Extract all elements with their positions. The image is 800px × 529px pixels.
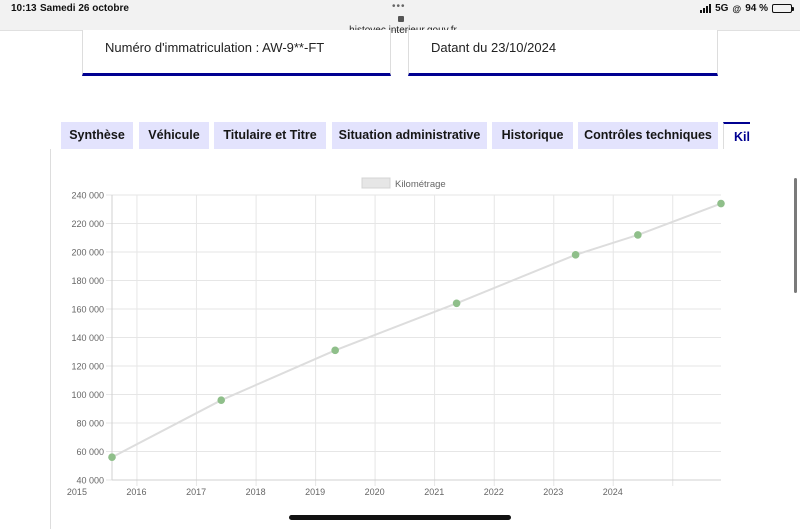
x-tick-label: 2021 xyxy=(424,487,444,497)
y-tick-label: 200 000 xyxy=(71,248,104,258)
battery-icon xyxy=(772,4,794,13)
battery-percent: 94 % xyxy=(745,3,768,14)
y-tick-label: 140 000 xyxy=(71,333,104,343)
tab-synthese[interactable]: Synthèse xyxy=(61,122,133,150)
tab-controles-techniques[interactable]: Contrôles techniques xyxy=(578,122,718,150)
mileage-panel: Kilométrage 40 000 60 000 80 000 100 000 120… xyxy=(50,149,771,529)
location-icon: @ xyxy=(732,3,742,14)
legend-swatch xyxy=(361,177,391,189)
x-tick-label: 2017 xyxy=(186,487,206,497)
y-tick-label: 240 000 xyxy=(71,191,104,201)
chart-legend: Kilométrage xyxy=(361,177,446,190)
tab-kilometrage[interactable]: Kilo xyxy=(723,122,750,150)
scrollbar[interactable] xyxy=(794,178,797,293)
status-time: 10:13 xyxy=(11,3,37,14)
network-label: 5G xyxy=(715,3,729,14)
tab-situation-administrative[interactable]: Situation administrative xyxy=(332,122,487,150)
y-tick-label: 220 000 xyxy=(71,219,104,229)
date-card: Datant du 23/10/2024 xyxy=(408,30,718,76)
x-tick-label: 2015 xyxy=(67,487,87,497)
x-tick-label: 2019 xyxy=(305,487,325,497)
mileage-point[interactable] xyxy=(452,299,461,308)
y-tick-label: 160 000 xyxy=(71,305,104,315)
status-bar: 10:13 Samedi 26 octobre ••• histovec.int… xyxy=(0,0,800,36)
mileage-point[interactable] xyxy=(331,346,339,355)
mileage-point[interactable] xyxy=(108,453,116,462)
y-tick-label: 60 000 xyxy=(76,447,104,457)
status-indicators: 5G @ 94 % xyxy=(700,3,794,14)
tab-bar: Synthèse Véhicule Titulaire et Titre Sit… xyxy=(61,122,750,150)
mileage-point[interactable] xyxy=(571,251,580,259)
legend-label: Kilométrage xyxy=(395,179,446,190)
mileage-point[interactable] xyxy=(634,231,642,239)
multitask-dots-icon[interactable]: ••• xyxy=(392,1,406,12)
tab-titulaire[interactable]: Titulaire et Titre xyxy=(214,122,326,150)
y-tick-label: 100 000 xyxy=(71,390,104,400)
x-tick-label: 2016 xyxy=(126,487,146,497)
chart-series xyxy=(108,199,725,462)
y-tick-label: 80 000 xyxy=(76,419,104,429)
x-tick-label: 2018 xyxy=(246,487,266,497)
registration-number: Numéro d'immatriculation : AW-9**-FT xyxy=(105,40,325,55)
y-tick-label: 180 000 xyxy=(71,276,104,286)
lock-icon xyxy=(398,16,404,22)
mileage-line xyxy=(111,202,722,459)
tab-historique[interactable]: Historique xyxy=(492,122,573,150)
x-tick-label: 2022 xyxy=(484,487,504,497)
x-tick-label: 2023 xyxy=(543,487,563,497)
mileage-point[interactable] xyxy=(717,199,725,208)
report-date: Datant du 23/10/2024 xyxy=(431,40,557,55)
tab-vehicule[interactable]: Véhicule xyxy=(139,122,209,150)
mileage-point[interactable] xyxy=(217,396,226,404)
mileage-chart: Kilométrage 40 000 60 000 80 000 100 000 120… xyxy=(67,177,725,497)
x-tick-label: 2024 xyxy=(603,487,623,497)
registration-card: Numéro d'immatriculation : AW-9**-FT xyxy=(82,30,391,76)
signal-icon xyxy=(700,4,712,13)
status-date: Samedi 26 octobre xyxy=(40,3,129,14)
x-tick-label: 2020 xyxy=(365,487,385,497)
y-tick-label: 120 000 xyxy=(71,362,104,372)
y-tick-label: 40 000 xyxy=(76,476,104,486)
home-indicator[interactable] xyxy=(289,515,511,520)
